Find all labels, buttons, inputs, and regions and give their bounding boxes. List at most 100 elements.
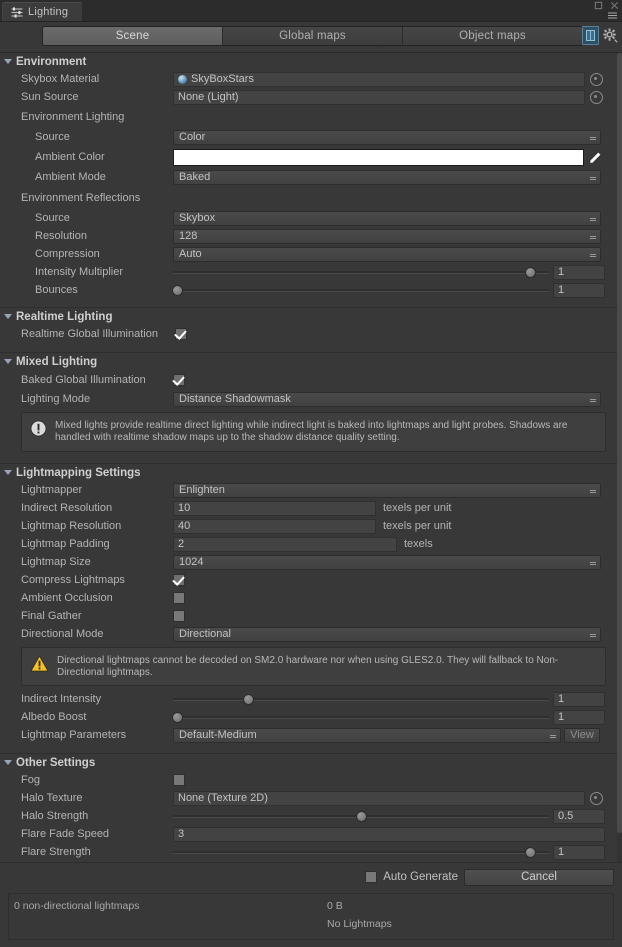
albedo-boost-input[interactable]: 1 — [553, 709, 605, 725]
label-ambient-mode: Ambient Mode — [35, 171, 106, 183]
section-header-environment[interactable]: Environment — [0, 53, 622, 70]
section-title-realtime-lighting: Realtime Lighting — [16, 310, 113, 323]
halo-texture-field[interactable]: None (Texture 2D) — [173, 790, 585, 806]
skybox-material-field[interactable]: SkyBoxStars — [173, 71, 585, 87]
slider-thumb[interactable] — [243, 693, 255, 705]
realtime-gi-checkbox[interactable] — [175, 328, 187, 340]
intensity-multiplier-slider[interactable] — [173, 265, 549, 279]
bounces-slider[interactable] — [171, 283, 549, 297]
lightmap-parameters-dropdown[interactable]: Default-Medium — [173, 727, 561, 743]
halo-texture-picker-icon[interactable] — [590, 791, 603, 805]
lightmap-resolution-input[interactable]: 40 — [173, 518, 376, 534]
close-icon[interactable] — [610, 1, 619, 10]
row-env-lighting-source: Source Color — [0, 128, 622, 146]
row-refl-resolution: Resolution 128 — [0, 227, 622, 245]
lightmap-padding-input[interactable]: 2 — [173, 536, 397, 552]
label-skybox-material: Skybox Material — [21, 73, 100, 85]
row-final-gather: Final Gather — [0, 607, 622, 625]
lighting-mode-dropdown[interactable]: Distance Shadowmask — [173, 391, 601, 407]
maximize-icon[interactable] — [594, 1, 603, 10]
refl-source-value: Skybox — [179, 212, 216, 224]
skybox-material-picker-icon[interactable] — [590, 72, 603, 86]
section-header-realtime-lighting[interactable]: Realtime Lighting — [0, 307, 622, 325]
lightmap-preview-icon[interactable] — [582, 26, 599, 45]
lightmap-resolution-unit: texels per unit — [383, 520, 452, 532]
slider-thumb[interactable] — [525, 266, 537, 278]
albedo-boost-slider[interactable] — [171, 710, 549, 724]
directional-mode-dropdown[interactable]: Directional — [173, 626, 601, 642]
auto-generate-checkbox[interactable] — [365, 871, 378, 883]
indirect-intensity-input[interactable]: 1 — [553, 691, 605, 707]
tab-global-maps[interactable]: Global maps — [223, 27, 403, 45]
indirect-intensity-slider[interactable] — [173, 692, 549, 706]
ambient-occlusion-checkbox[interactable] — [173, 592, 185, 604]
compress-lightmaps-checkbox[interactable] — [173, 574, 185, 586]
lighting-tab[interactable]: Lighting — [2, 2, 84, 21]
bounces-input[interactable]: 1 — [553, 282, 605, 298]
sun-source-field[interactable]: None (Light) — [173, 89, 585, 105]
bounces-value: 1 — [558, 284, 565, 296]
hamburger-menu-icon[interactable] — [607, 12, 618, 19]
slider-thumb[interactable] — [356, 810, 367, 822]
cancel-button[interactable]: Cancel — [464, 868, 614, 886]
halo-strength-slider[interactable] — [173, 809, 549, 823]
flare-strength-slider[interactable] — [173, 845, 549, 859]
lightmap-padding-value: 2 — [178, 538, 185, 550]
refl-source-dropdown[interactable]: Skybox — [173, 210, 601, 226]
lightmapper-dropdown[interactable]: Enlighten — [173, 482, 601, 498]
label-realtime-gi: Realtime Global Illumination — [21, 328, 158, 340]
settings-scroll-area[interactable]: Environment Skybox Material SkyBoxStars … — [0, 53, 622, 895]
row-lightmap-resolution: Lightmap Resolution 40 texels per unit — [0, 517, 622, 535]
row-skybox-material: Skybox Material SkyBoxStars — [0, 70, 622, 88]
eyedropper-icon[interactable] — [588, 150, 603, 165]
tab-object-maps[interactable]: Object maps — [403, 27, 582, 45]
row-refl-source: Source Skybox — [0, 209, 622, 227]
halo-strength-input[interactable]: 0.5 — [553, 808, 605, 824]
scrollbar-thumb[interactable] — [617, 53, 622, 833]
refl-resolution-dropdown[interactable]: 128 — [173, 228, 601, 244]
row-lightmapper: Lightmapper Enlighten — [0, 481, 622, 499]
label-ambient-occlusion: Ambient Occlusion — [21, 592, 113, 604]
row-lighting-mode: Lighting Mode Distance Shadowmask — [0, 389, 622, 409]
slider-thumb[interactable] — [171, 711, 183, 723]
lightmap-size-value: 1024 — [179, 556, 204, 568]
ambient-mode-value: Baked — [179, 171, 211, 183]
label-ambient-color: Ambient Color — [35, 151, 105, 163]
label-intensity-multiplier: Intensity Multiplier — [35, 266, 124, 278]
label-lightmap-parameters: Lightmap Parameters — [21, 729, 127, 741]
ambient-mode-dropdown[interactable]: Baked — [173, 169, 601, 185]
fog-checkbox[interactable] — [173, 774, 185, 786]
slider-thumb[interactable] — [525, 846, 537, 858]
env-lighting-source-dropdown[interactable]: Color — [173, 129, 601, 145]
section-header-lightmapping[interactable]: Lightmapping Settings — [0, 463, 622, 481]
view-button[interactable]: View — [564, 727, 600, 743]
gear-icon[interactable] — [603, 28, 618, 43]
sun-source-picker-icon[interactable] — [590, 90, 603, 104]
slider-track — [173, 270, 549, 274]
section-header-other-settings[interactable]: Other Settings — [0, 753, 622, 771]
lightmap-size-dropdown[interactable]: 1024 — [173, 554, 601, 570]
baked-gi-checkbox[interactable] — [173, 373, 185, 386]
indirect-resolution-input[interactable]: 10 — [173, 500, 376, 516]
section-header-mixed-lighting[interactable]: Mixed Lighting — [0, 352, 622, 370]
intensity-multiplier-input[interactable]: 1 — [553, 264, 605, 280]
vertical-scrollbar[interactable] — [617, 53, 622, 895]
slider-thumb[interactable] — [171, 284, 183, 296]
flare-strength-input[interactable]: 1 — [553, 844, 605, 860]
slider-track — [173, 850, 549, 854]
refl-compression-dropdown[interactable]: Auto — [173, 246, 601, 262]
label-sun-source: Sun Source — [21, 91, 79, 103]
label-lightmap-size: Lightmap Size — [21, 556, 91, 568]
label-lightmap-resolution: Lightmap Resolution — [21, 520, 122, 532]
chevron-down-icon — [4, 470, 12, 475]
label-refl-compression: Compression — [35, 248, 100, 260]
section-title-lightmapping: Lightmapping Settings — [16, 466, 141, 479]
flare-fade-speed-value: 3 — [178, 828, 185, 840]
final-gather-checkbox[interactable] — [173, 610, 185, 622]
row-compress-lightmaps: Compress Lightmaps — [0, 571, 622, 589]
lightmapper-value: Enlighten — [179, 484, 225, 496]
status-note: No Lightmaps — [327, 918, 392, 930]
flare-fade-speed-input[interactable]: 3 — [173, 826, 605, 842]
tab-scene[interactable]: Scene — [43, 27, 223, 45]
ambient-color-swatch[interactable] — [173, 148, 584, 166]
